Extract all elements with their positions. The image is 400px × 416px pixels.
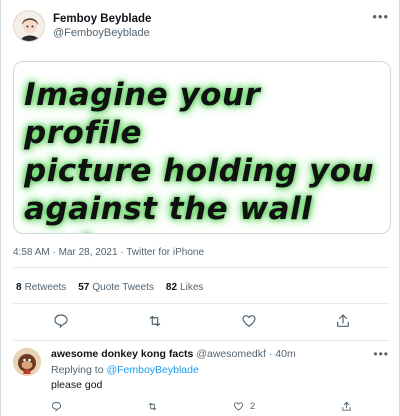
reply-text: please god	[51, 379, 103, 391]
replying-to: Replying to @FemboyBeyblade	[51, 364, 199, 376]
avatar[interactable]	[13, 10, 45, 42]
tweet-action-bar	[13, 313, 389, 331]
reply-avatar[interactable]	[13, 348, 41, 376]
replying-prefix: Replying to	[51, 364, 104, 376]
retweet-icon[interactable]	[147, 400, 158, 412]
display-name[interactable]: Femboy Beyblade	[53, 12, 151, 26]
share-icon[interactable]	[335, 313, 351, 329]
reply-handle[interactable]: @awesomedkf	[196, 348, 266, 360]
like-button[interactable]: 2	[233, 400, 255, 412]
handle[interactable]: @FemboyBeyblade	[53, 26, 151, 40]
tweet-stats: 8 Retweets 57 Quote Tweets 82 Likes	[16, 282, 203, 293]
quote-label: Quote Tweets	[92, 282, 154, 293]
like-icon[interactable]	[241, 313, 257, 329]
reply-display-name[interactable]: awesome donkey kong facts	[51, 348, 193, 360]
retweets-label: Retweets	[24, 282, 67, 293]
reply-header: awesome donkey kong facts @awesomedkf · …	[51, 348, 296, 360]
separator-dot: ·	[268, 348, 273, 360]
reply-time[interactable]: 40m	[275, 348, 295, 360]
like-icon	[233, 401, 244, 411]
share-icon[interactable]	[341, 400, 352, 412]
quote-tweets-stat[interactable]: 57 Quote Tweets	[78, 282, 154, 293]
divider	[13, 303, 389, 304]
author-block: Femboy Beyblade @FemboyBeyblade	[53, 12, 151, 40]
tweet-timestamp[interactable]: 4:58 AM · Mar 28, 2021 · Twitter for iPh…	[13, 247, 204, 258]
reply-more-options-icon[interactable]: •••	[373, 348, 389, 360]
reply-icon[interactable]	[51, 400, 62, 412]
likes-count: 82	[165, 282, 178, 293]
more-options-icon[interactable]: •••	[372, 10, 389, 24]
retweets-count: 8	[16, 282, 22, 293]
divider	[13, 267, 389, 268]
reply-action-bar: 2	[51, 400, 381, 412]
likes-label: Likes	[180, 282, 204, 293]
image-text: Imagine your profile picture holding you…	[24, 77, 375, 233]
retweet-icon[interactable]	[147, 313, 163, 329]
reply-icon[interactable]	[53, 313, 69, 329]
reply-tweet[interactable]: awesome donkey kong facts @awesomedkf · …	[13, 348, 389, 412]
tweet-image[interactable]: Imagine your profile picture holding you…	[13, 61, 391, 234]
replying-to-link[interactable]: @FemboyBeyblade	[106, 364, 198, 376]
donkey-kong-avatar-icon	[13, 348, 41, 376]
likes-stat[interactable]: 82 Likes	[166, 282, 203, 293]
divider	[13, 340, 389, 341]
like-count: 2	[250, 400, 256, 412]
retweets-stat[interactable]: 8 Retweets	[16, 282, 66, 293]
profile-avatar-icon	[14, 11, 44, 41]
tweet-panel: Femboy Beyblade @FemboyBeyblade ••• Imag…	[0, 0, 400, 416]
tweet-header: Femboy Beyblade @FemboyBeyblade •••	[13, 10, 389, 44]
quote-count: 57	[78, 282, 90, 293]
